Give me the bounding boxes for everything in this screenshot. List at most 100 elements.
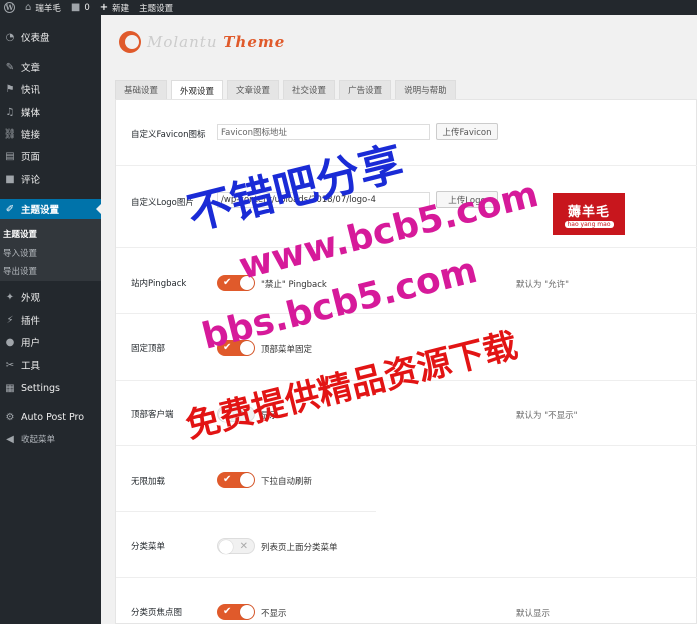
sidebar-item-label: 插件	[21, 316, 41, 327]
main-content: Molantu Theme 基础设置 外观设置 文章设置 社交设置 广告设置 说…	[101, 15, 697, 624]
plugin-icon: ⚡	[6, 314, 14, 326]
sidebar-item-label: 主题设置	[21, 205, 60, 216]
category-focus-label: 分类页焦点图	[131, 608, 183, 618]
row-divider	[116, 445, 697, 446]
category-focus-desc: 不显示	[261, 609, 287, 619]
submenu-item-import[interactable]: 导入设置	[3, 247, 37, 259]
infinite-toggle[interactable]: ✔	[217, 472, 255, 488]
submenu-item-export[interactable]: 导出设置	[3, 265, 37, 277]
fixed-top-desc: 顶部菜单固定	[261, 345, 313, 355]
sidebar-item-dashboard[interactable]: ◔ 仪表盘	[0, 27, 101, 47]
sidebar-item-label: 媒体	[21, 108, 41, 119]
tab-appearance[interactable]: 外观设置	[171, 80, 224, 100]
check-icon: ✔	[223, 606, 232, 617]
page-icon: ▤	[5, 150, 15, 162]
appearance-icon: ✦	[5, 291, 15, 303]
pingback-hint: 默认为 "允许"	[516, 280, 570, 290]
fixed-top-label: 固定顶部	[131, 344, 166, 354]
sidebar-item-users[interactable]: ● 用户	[0, 332, 101, 352]
category-focus-hint: 默认显示	[516, 609, 551, 619]
sidebar-item-label: 快讯	[21, 85, 41, 96]
submenu-item-theme-settings[interactable]: 主题设置	[3, 228, 37, 240]
logo-label: 自定义Logo图片	[131, 198, 194, 208]
sidebar-item-auto-post-pro[interactable]: ⚙ Auto Post Pro	[0, 407, 101, 427]
brush-icon: ✐	[5, 203, 15, 215]
theme-settings-label: 主题设置	[139, 3, 174, 14]
upload-logo-button[interactable]: 上传Logo	[436, 191, 498, 208]
infinite-label: 无限加载	[131, 477, 166, 487]
pin-icon: ✎	[5, 61, 15, 73]
sidebar-item-label: 页面	[21, 152, 41, 163]
upload-favicon-button[interactable]: 上传Favicon	[436, 123, 498, 140]
category-menu-toggle[interactable]: ✕	[217, 538, 255, 554]
link-icon: ⛓	[3, 128, 17, 140]
sidebar-item-tools[interactable]: ✂ 工具	[0, 355, 101, 375]
row-divider	[116, 165, 697, 166]
gear-icon: ⚙	[5, 411, 15, 423]
pingback-desc: "禁止" Pingback	[261, 280, 327, 290]
sidebar-item-label: 用户	[21, 338, 41, 349]
sidebar-item-label: 工具	[21, 361, 41, 372]
tab-post[interactable]: 文章设置	[227, 80, 280, 99]
sidebar-item-plugins[interactable]: ⚡ 插件	[0, 310, 101, 330]
settings-icon: ▦	[5, 382, 15, 394]
sidebar-item-news[interactable]: ⚑ 快讯	[0, 79, 101, 99]
sidebar-item-label: 仪表盘	[21, 33, 50, 44]
favicon-input[interactable]: Favicon图标地址	[217, 124, 430, 140]
category-focus-toggle[interactable]: ✔	[217, 604, 255, 620]
row-divider	[116, 577, 697, 578]
sidebar-item-comments[interactable]: ■ 评论	[0, 169, 101, 189]
tab-basic[interactable]: 基础设置	[115, 80, 168, 99]
pingback-label: 站内Pingback	[131, 279, 187, 289]
tab-social[interactable]: 社交设置	[283, 80, 336, 99]
flag-icon: ⚑	[5, 83, 15, 95]
dashboard-icon: ◔	[5, 31, 15, 43]
wordpress-logo-icon[interactable]: W	[4, 2, 15, 13]
sidebar-item-label: Settings	[21, 382, 60, 394]
fixed-top-toggle[interactable]: ✔	[217, 340, 255, 356]
sidebar-item-appearance[interactable]: ✦ 外观	[0, 287, 101, 307]
tab-ads[interactable]: 广告设置	[339, 80, 392, 99]
comment-icon: ■	[70, 1, 81, 13]
sidebar-item-settings[interactable]: ▦ Settings	[0, 378, 101, 398]
sidebar-item-label: 文章	[21, 63, 41, 74]
plus-icon: +	[99, 1, 109, 13]
sidebar-item-label: 评论	[21, 175, 41, 186]
collapse-icon: ◀	[6, 433, 14, 445]
row-divider	[116, 313, 697, 314]
sidebar-item-media[interactable]: ♫ 媒体	[0, 102, 101, 122]
admin-bar-new[interactable]: + 新建	[100, 2, 129, 14]
favicon-label: 自定义Favicon图标	[131, 130, 206, 140]
sidebar-item-label: 链接	[21, 130, 41, 141]
site-name: 瑞羊毛	[35, 3, 61, 14]
category-menu-label: 分类菜单	[131, 542, 166, 552]
check-icon: ✔	[223, 342, 232, 353]
wrench-icon: ✂	[5, 359, 15, 371]
top-client-label: 顶部客户端	[131, 410, 174, 420]
sidebar-item-theme-settings[interactable]: ✐ 主题设置	[0, 199, 101, 219]
theme-logo: Molantu Theme	[119, 31, 285, 53]
sidebar-collapse-menu[interactable]: ◀ 收起菜单	[0, 429, 101, 449]
media-icon: ♫	[5, 106, 15, 118]
row-divider	[116, 380, 697, 381]
admin-bar-site[interactable]: ⌂ 瑞羊毛	[25, 2, 61, 14]
tab-help[interactable]: 说明与帮助	[395, 80, 456, 99]
theme-settings-submenu: 主题设置 导入设置 导出设置	[0, 219, 101, 281]
sidebar-item-links[interactable]: ⛓ 链接	[0, 124, 101, 144]
sidebar-item-pages[interactable]: ▤ 页面	[0, 146, 101, 166]
admin-sidebar: ◔ 仪表盘 ✎ 文章 ⚑ 快讯 ♫ 媒体 ⛓ 链接 ▤ 页面 ■ 评论 ✐ 主题…	[0, 15, 101, 624]
comment-icon: ■	[5, 173, 15, 185]
top-client-hint: 默认为 "不显示"	[516, 411, 578, 421]
admin-bar-comments[interactable]: ■ 0	[70, 1, 90, 13]
sidebar-item-posts[interactable]: ✎ 文章	[0, 57, 101, 77]
check-icon: ✔	[223, 474, 232, 485]
top-client-toggle[interactable]: ✕	[217, 406, 255, 422]
admin-bar-theme-settings[interactable]: 主题设置	[139, 2, 173, 14]
pingback-toggle[interactable]: ✔	[217, 275, 255, 291]
check-icon: ✔	[223, 277, 232, 288]
theme-logo-mark-icon	[119, 31, 141, 53]
settings-tabs: 基础设置 外观设置 文章设置 社交设置 广告设置 说明与帮助	[115, 80, 460, 100]
user-icon: ●	[5, 336, 15, 348]
sidebar-item-label: Auto Post Pro	[21, 411, 85, 423]
logo-input[interactable]: /wp-content/uploads/2018/07/logo-4	[217, 192, 430, 208]
